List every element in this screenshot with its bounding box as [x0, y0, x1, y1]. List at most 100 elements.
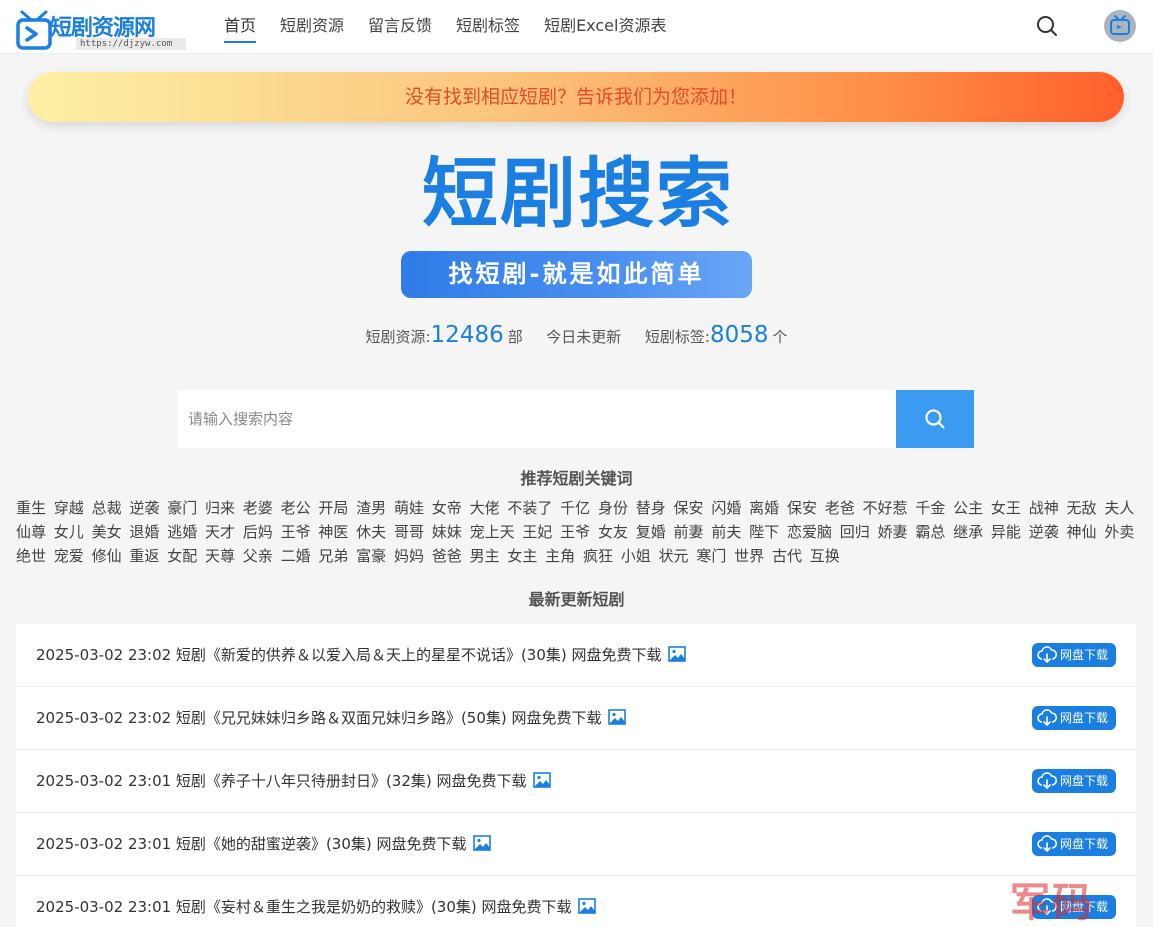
request-banner[interactable]: 没有找到相应短剧？告诉我们为您添加！ [28, 72, 1124, 122]
list-item-text[interactable]: 2025-03-02 23:01 短剧《妄村＆重生之我是奶奶的救赎》(30集) … [36, 898, 572, 916]
keyword-link[interactable]: 女友 [598, 523, 628, 541]
keyword-link[interactable]: 互换 [810, 547, 840, 565]
keyword-link[interactable]: 回归 [840, 523, 870, 541]
keyword-link[interactable]: 女儿 [54, 523, 84, 541]
download-button[interactable]: 网盘下载 [1032, 832, 1116, 856]
list-item-title[interactable]: 2025-03-02 23:01 短剧《养子十八年只待册封日》(32集) 网盘免… [36, 750, 551, 813]
keyword-link[interactable]: 天尊 [205, 547, 235, 565]
keyword-link[interactable]: 美女 [92, 523, 122, 541]
keyword-link[interactable]: 老公 [281, 499, 311, 517]
keyword-link[interactable]: 疯狂 [583, 547, 613, 565]
keyword-link[interactable]: 休夫 [356, 523, 386, 541]
keyword-link[interactable]: 战神 [1029, 499, 1059, 517]
keyword-link[interactable]: 前夫 [711, 523, 741, 541]
keyword-link[interactable]: 保安 [787, 499, 817, 517]
keyword-link[interactable]: 父亲 [243, 547, 273, 565]
keyword-link[interactable]: 千金 [915, 499, 945, 517]
keyword-link[interactable]: 宠上天 [470, 523, 515, 541]
keyword-link[interactable]: 豪门 [167, 499, 197, 517]
keyword-link[interactable]: 主角 [545, 547, 575, 565]
keyword-link[interactable]: 宠爱 [54, 547, 84, 565]
keyword-link[interactable]: 仙尊 [16, 523, 46, 541]
keyword-link[interactable]: 老爸 [825, 499, 855, 517]
keyword-link[interactable]: 闪婚 [711, 499, 741, 517]
keyword-link[interactable]: 绝世 [16, 547, 46, 565]
keyword-link[interactable]: 异能 [991, 523, 1021, 541]
keyword-link[interactable]: 继承 [953, 523, 983, 541]
list-item-text[interactable]: 2025-03-02 23:02 短剧《新爱的供养＆以爱入局＆天上的星星不说话》… [36, 646, 662, 664]
list-item-title[interactable]: 2025-03-02 23:01 短剧《她的甜蜜逆袭》(30集) 网盘免费下载 [36, 813, 491, 876]
list-item-text[interactable]: 2025-03-02 23:01 短剧《养子十八年只待册封日》(32集) 网盘免… [36, 772, 527, 790]
keyword-link[interactable]: 公主 [953, 499, 983, 517]
nav-excel[interactable]: 短剧Excel资源表 [544, 0, 666, 54]
keyword-link[interactable]: 古代 [772, 547, 802, 565]
list-item-title[interactable]: 2025-03-02 23:01 短剧《妄村＆重生之我是奶奶的救赎》(30集) … [36, 876, 596, 927]
keyword-link[interactable]: 后妈 [243, 523, 273, 541]
keyword-link[interactable]: 世界 [734, 547, 764, 565]
keyword-link[interactable]: 修仙 [92, 547, 122, 565]
keyword-link[interactable]: 娇妻 [878, 523, 908, 541]
site-logo[interactable]: 短剧资源网 https://djzyw.com [16, 2, 186, 52]
keyword-link[interactable]: 女主 [507, 547, 537, 565]
keyword-link[interactable]: 男主 [470, 547, 500, 565]
download-button[interactable]: 网盘下载 [1032, 643, 1116, 667]
keyword-link[interactable]: 重生 [16, 499, 46, 517]
list-item-title[interactable]: 2025-03-02 23:02 短剧《新爱的供养＆以爱入局＆天上的星星不说话》… [36, 624, 686, 687]
keyword-link[interactable]: 归来 [205, 499, 235, 517]
keyword-link[interactable]: 逃婚 [167, 523, 197, 541]
search-input[interactable] [178, 390, 896, 448]
keyword-link[interactable]: 神仙 [1067, 523, 1097, 541]
list-item-title[interactable]: 2025-03-02 23:02 短剧《兄兄妹妹归乡路＆双面兄妹归乡路》(50集… [36, 687, 626, 750]
nav-home[interactable]: 首页 [224, 0, 257, 54]
keyword-link[interactable]: 女帝 [432, 499, 462, 517]
keyword-link[interactable]: 身份 [598, 499, 628, 517]
keyword-link[interactable]: 总裁 [92, 499, 122, 517]
keyword-link[interactable]: 无敌 [1067, 499, 1097, 517]
search-button[interactable] [896, 390, 974, 448]
keyword-link[interactable]: 重返 [129, 547, 159, 565]
keyword-link[interactable]: 外卖 [1104, 523, 1134, 541]
keyword-link[interactable]: 王爷 [281, 523, 311, 541]
search-icon[interactable] [1036, 15, 1058, 37]
keyword-link[interactable]: 复婚 [636, 523, 666, 541]
keyword-link[interactable]: 霸总 [915, 523, 945, 541]
keyword-link[interactable]: 哥哥 [394, 523, 424, 541]
keyword-link[interactable]: 保安 [674, 499, 704, 517]
keyword-link[interactable]: 爸爸 [432, 547, 462, 565]
keyword-link[interactable]: 天才 [205, 523, 235, 541]
keyword-link[interactable]: 替身 [636, 499, 666, 517]
keyword-link[interactable]: 二婚 [281, 547, 311, 565]
keyword-link[interactable]: 小姐 [621, 547, 651, 565]
avatar[interactable] [1104, 10, 1136, 42]
keyword-link[interactable]: 陛下 [749, 523, 779, 541]
keyword-link[interactable]: 前妻 [674, 523, 704, 541]
nav-tags[interactable]: 短剧标签 [456, 0, 520, 54]
keyword-link[interactable]: 穿越 [54, 499, 84, 517]
keyword-link[interactable]: 不装了 [507, 499, 552, 517]
keyword-link[interactable]: 王妃 [522, 523, 552, 541]
keyword-link[interactable]: 女王 [991, 499, 1021, 517]
keyword-link[interactable]: 逆袭 [129, 499, 159, 517]
keyword-link[interactable]: 老婆 [243, 499, 273, 517]
list-item-text[interactable]: 2025-03-02 23:01 短剧《她的甜蜜逆袭》(30集) 网盘免费下载 [36, 835, 467, 853]
download-button[interactable]: 网盘下载 [1032, 706, 1116, 730]
keyword-link[interactable]: 王爷 [560, 523, 590, 541]
nav-feedback[interactable]: 留言反馈 [368, 0, 432, 54]
keyword-link[interactable]: 千亿 [560, 499, 590, 517]
keyword-link[interactable]: 女配 [167, 547, 197, 565]
keyword-link[interactable]: 神医 [318, 523, 348, 541]
keyword-link[interactable]: 不好惹 [863, 499, 908, 517]
keyword-link[interactable]: 妈妈 [394, 547, 424, 565]
keyword-link[interactable]: 萌娃 [394, 499, 424, 517]
keyword-link[interactable]: 富豪 [356, 547, 386, 565]
keyword-link[interactable]: 恋爱脑 [787, 523, 832, 541]
keyword-link[interactable]: 妹妹 [432, 523, 462, 541]
keyword-link[interactable]: 开局 [318, 499, 348, 517]
keyword-link[interactable]: 寒门 [696, 547, 726, 565]
keyword-link[interactable]: 退婚 [129, 523, 159, 541]
download-button[interactable]: 网盘下载 [1032, 769, 1116, 793]
list-item-text[interactable]: 2025-03-02 23:02 短剧《兄兄妹妹归乡路＆双面兄妹归乡路》(50集… [36, 709, 602, 727]
keyword-link[interactable]: 渣男 [356, 499, 386, 517]
keyword-link[interactable]: 大佬 [470, 499, 500, 517]
keyword-link[interactable]: 兄弟 [318, 547, 348, 565]
